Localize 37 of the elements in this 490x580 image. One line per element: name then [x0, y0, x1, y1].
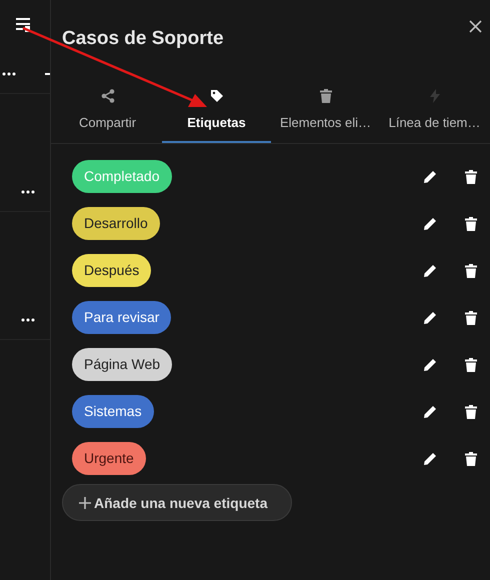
share-icon — [100, 89, 114, 103]
edit-icon[interactable] — [423, 310, 437, 324]
tag-label: Sistemas — [72, 395, 154, 428]
tab[interactable]: Línea de tiem… — [380, 83, 489, 143]
edit-icon[interactable] — [423, 264, 437, 278]
delete-icon[interactable] — [465, 170, 477, 184]
edit-icon[interactable] — [423, 170, 437, 184]
tab[interactable]: Elementos eli… — [271, 83, 380, 143]
edit-icon[interactable] — [423, 358, 437, 372]
bolt-icon — [430, 89, 440, 103]
tag-icon — [210, 89, 224, 103]
delete-icon[interactable] — [465, 404, 477, 418]
edit-icon[interactable] — [423, 452, 437, 466]
trash-icon — [320, 89, 332, 103]
more-icon[interactable] — [2, 72, 16, 76]
tag-label: Página Web — [72, 348, 172, 381]
close-icon[interactable] — [469, 20, 482, 33]
tag-label: Desarrollo — [72, 207, 160, 240]
delete-icon[interactable] — [465, 310, 477, 324]
menu-icon[interactable] — [16, 18, 32, 32]
panel-title: Casos de Soporte — [62, 28, 224, 51]
tag-label: Urgente — [72, 442, 146, 475]
more-icon[interactable] — [21, 318, 35, 322]
delete-icon[interactable] — [465, 358, 477, 372]
tag-label: Para revisar — [72, 301, 172, 334]
tab[interactable]: Compartir — [53, 83, 162, 143]
add-tag-button[interactable]: Añade una nueva etiqueta — [62, 484, 292, 521]
edit-icon[interactable] — [423, 404, 437, 418]
delete-icon[interactable] — [465, 216, 477, 230]
more-icon[interactable] — [21, 190, 35, 194]
delete-icon[interactable] — [465, 452, 477, 466]
delete-icon[interactable] — [465, 264, 477, 278]
tag-label: Completado — [72, 160, 172, 193]
plus-icon — [79, 496, 91, 508]
edit-icon[interactable] — [423, 216, 437, 230]
dash-icon — [45, 72, 50, 74]
tag-label: Después — [72, 254, 152, 287]
